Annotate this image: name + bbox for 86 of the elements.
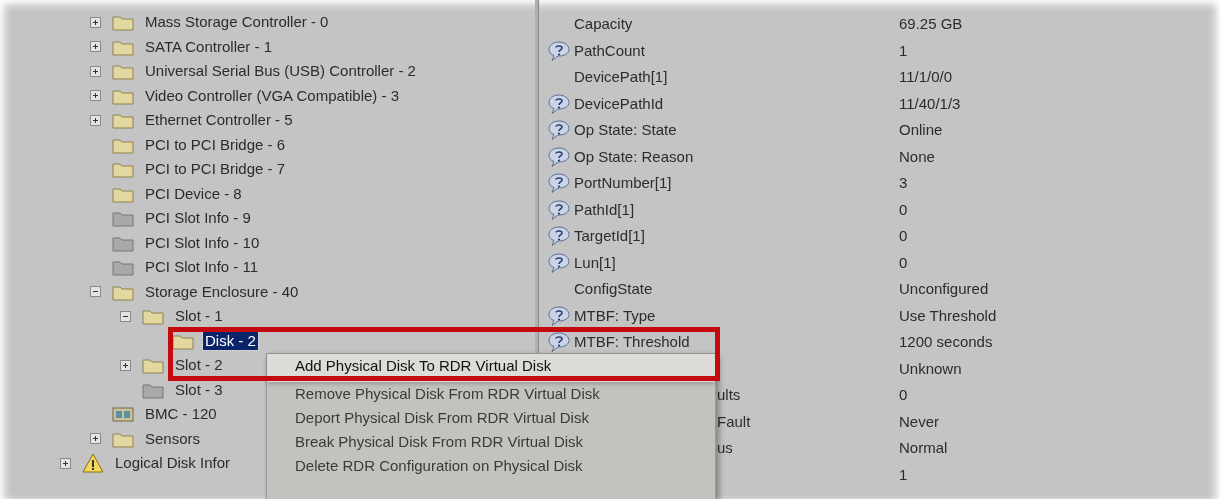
collapse-icon[interactable] xyxy=(120,310,131,322)
property-name: DevicePathId xyxy=(574,93,665,114)
expand-icon[interactable] xyxy=(120,359,131,371)
help-icon[interactable] xyxy=(547,304,571,327)
property-value: Unknown xyxy=(899,359,962,377)
help-icon[interactable] xyxy=(547,145,571,168)
property-value: Use Threshold xyxy=(899,306,997,324)
property-value: 1 xyxy=(899,41,908,59)
tree-item[interactable]: Universal Serial Bus (USB) Controller - 2 xyxy=(143,62,418,81)
help-icon[interactable] xyxy=(547,92,571,115)
property-name: Op State: State xyxy=(574,120,678,140)
expand-icon[interactable] xyxy=(90,65,101,77)
help-icon[interactable] xyxy=(547,172,571,195)
property-name: us xyxy=(717,438,734,458)
expand-icon[interactable] xyxy=(90,16,101,28)
tree-item[interactable]: Video Controller (VGA Compatible) - 3 xyxy=(143,86,401,105)
tree-item[interactable]: SATA Controller - 1 xyxy=(143,37,274,56)
property-value: 11/1/0/0 xyxy=(899,68,953,85)
folder-icon xyxy=(142,356,164,375)
tree-item[interactable]: Slot - 3 xyxy=(173,380,225,399)
expand-icon[interactable] xyxy=(60,457,71,469)
menu-item[interactable]: Remove Physical Disk From RDR Virtual Disk xyxy=(267,382,715,406)
property-value: 1 xyxy=(899,465,908,483)
tree-item[interactable]: BMC - 120 xyxy=(143,405,219,424)
tree-item[interactable]: PCI to PCI Bridge - 7 xyxy=(143,160,288,179)
property-name: Lun[1] xyxy=(574,252,617,273)
property-name: PortNumber[1] xyxy=(574,173,673,193)
help-icon[interactable] xyxy=(547,119,571,142)
property-value: 0 xyxy=(899,200,908,218)
tree-item[interactable]: Sensors xyxy=(143,429,203,448)
collapse-icon[interactable] xyxy=(90,286,101,298)
property-name: ConfigState xyxy=(574,279,654,299)
property-name: PathCount xyxy=(574,40,646,61)
property-value: 11/40/1/3 xyxy=(899,94,961,112)
folder-icon xyxy=(112,209,134,228)
expand-icon[interactable] xyxy=(90,114,101,126)
folder-icon xyxy=(142,307,164,326)
property-value: Never xyxy=(899,412,939,430)
property-name: Capacity xyxy=(574,14,634,34)
tree-item[interactable]: Ethernet Controller - 5 xyxy=(143,111,295,130)
property-name: Op State: Reason xyxy=(574,146,695,167)
circuit-board-icon xyxy=(112,405,134,424)
tree-item[interactable]: Logical Disk Infor xyxy=(113,454,233,473)
property-name: MTBF: Type xyxy=(574,305,657,326)
property-value: Online xyxy=(899,121,943,138)
tree-item[interactable]: PCI to PCI Bridge - 6 xyxy=(143,135,288,154)
property-name: Fault xyxy=(717,411,752,432)
help-icon[interactable] xyxy=(547,251,571,274)
folder-icon xyxy=(112,111,134,130)
tree-item[interactable]: PCI Device - 8 xyxy=(143,184,244,203)
property-name: ults xyxy=(717,385,742,405)
help-icon[interactable] xyxy=(547,198,571,221)
tree-item[interactable]: Slot - 1 xyxy=(173,307,225,326)
help-icon[interactable] xyxy=(547,331,571,354)
menu-item[interactable]: Break Physical Disk From RDR Virtual Disk xyxy=(267,430,715,454)
property-value: Unconfigured xyxy=(899,280,989,297)
property-value: 0 xyxy=(899,386,908,403)
menu-item[interactable]: Deport Physical Disk From RDR Virtual Disk xyxy=(267,406,715,430)
tree-item[interactable]: PCI Slot Info - 10 xyxy=(143,233,262,252)
property-value: 0 xyxy=(899,253,908,271)
property-value: 3 xyxy=(899,174,908,191)
help-icon[interactable] xyxy=(547,39,571,62)
property-value: 1200 seconds xyxy=(899,333,993,350)
folder-icon xyxy=(112,160,134,179)
folder-icon xyxy=(112,258,134,277)
property-name: TargetId[1] xyxy=(574,226,646,246)
menu-item[interactable]: Delete RDR Configuration on Physical Disk xyxy=(267,454,715,478)
tree-item[interactable]: Mass Storage Controller - 0 xyxy=(143,13,331,32)
expand-icon[interactable] xyxy=(90,90,101,102)
help-icon[interactable] xyxy=(547,225,571,248)
tree-item[interactable]: Slot - 2 xyxy=(173,356,225,375)
property-name: DevicePath[1] xyxy=(574,67,669,87)
tree-item[interactable]: PCI Slot Info - 9 xyxy=(143,209,253,228)
expand-icon[interactable] xyxy=(90,41,101,53)
property-name: MTBF: Threshold xyxy=(574,332,691,352)
warning-icon xyxy=(82,453,104,474)
property-value: None xyxy=(899,147,935,165)
folder-icon xyxy=(112,62,134,81)
tree-item[interactable]: PCI Slot Info - 11 xyxy=(143,258,261,277)
property-value: 69.25 GB xyxy=(899,15,963,32)
expand-icon[interactable] xyxy=(90,433,101,445)
tree-item[interactable]: Storage Enclosure - 40 xyxy=(143,282,301,301)
property-name: PathId[1] xyxy=(574,199,636,220)
folder-icon xyxy=(112,13,134,32)
property-value: 0 xyxy=(899,227,908,244)
property-value: Normal xyxy=(899,439,948,456)
